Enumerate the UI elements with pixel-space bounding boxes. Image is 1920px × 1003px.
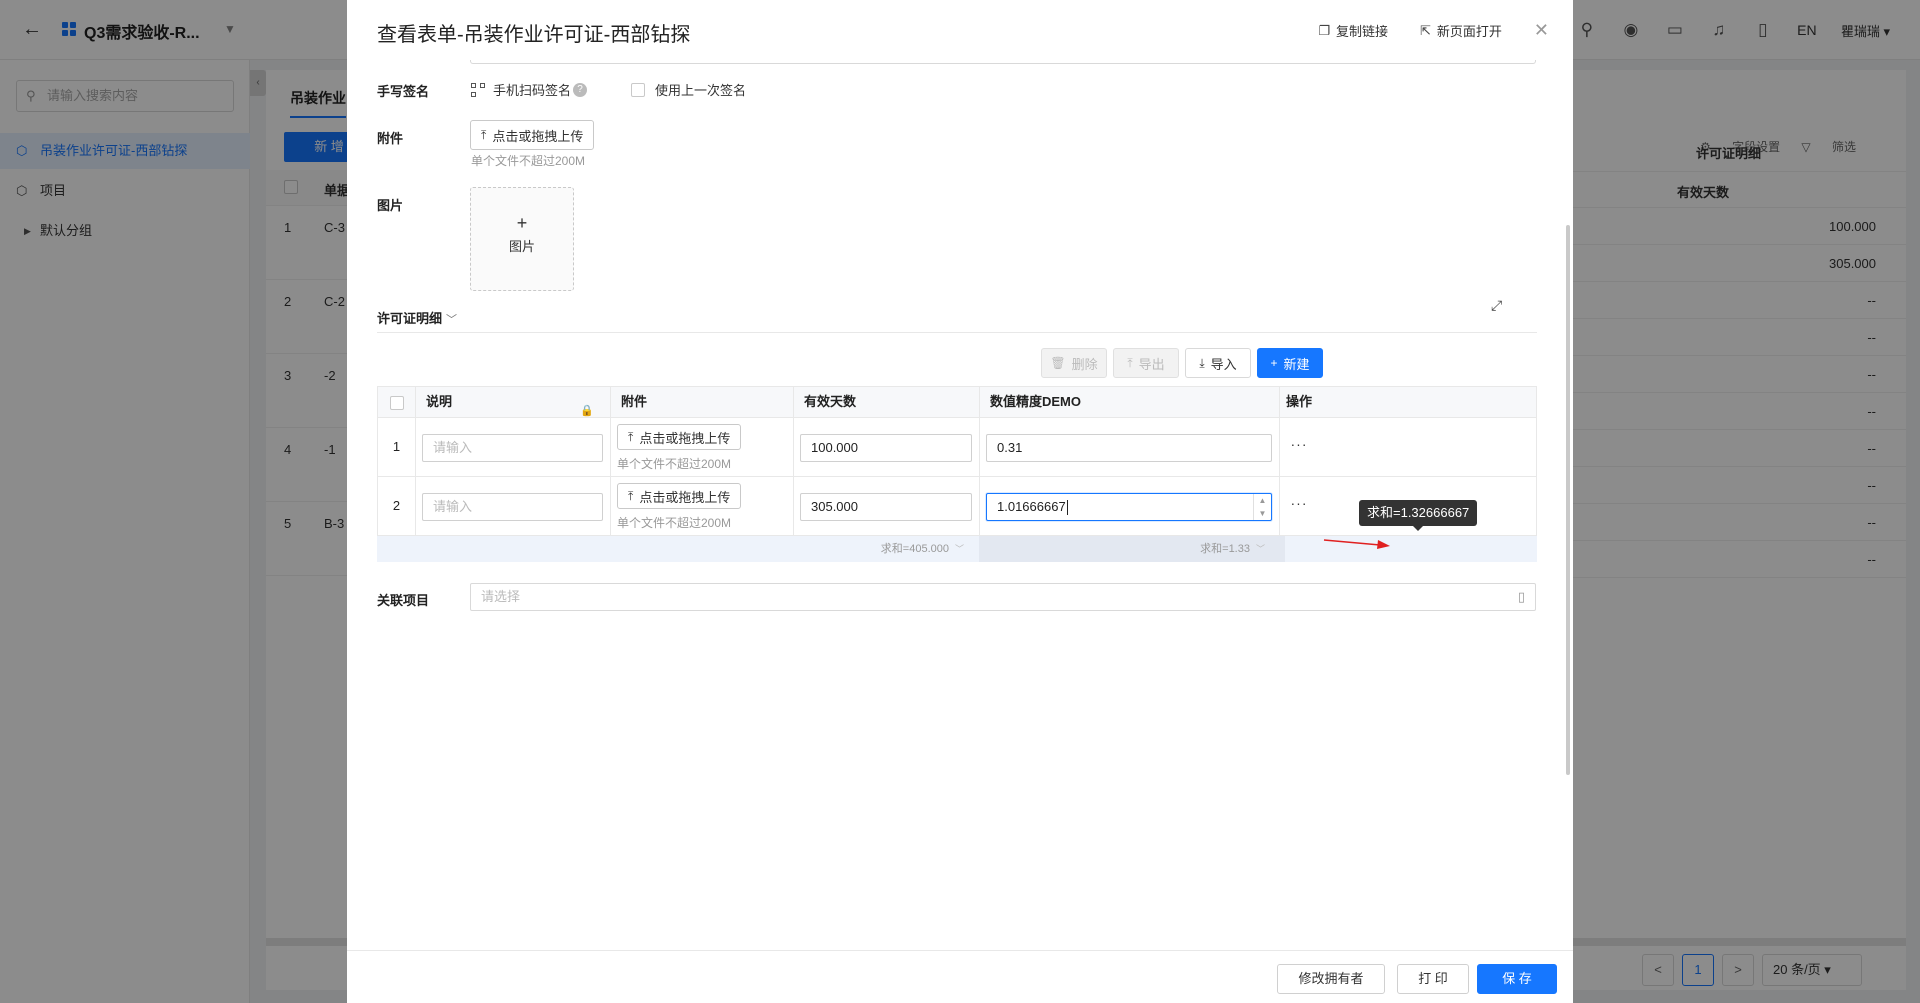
copy-icon: ❐ xyxy=(1318,22,1330,38)
modal-title: 查看表单-吊装作业许可证-西部钻探 xyxy=(377,24,691,46)
plus-icon: + xyxy=(516,213,528,233)
trash-icon: 🗑 xyxy=(1050,356,1066,370)
copy-link-button[interactable]: ❐ 复制链接 xyxy=(1318,21,1388,40)
import-icon: ⤓ xyxy=(1199,355,1205,370)
text-cursor xyxy=(1066,500,1068,516)
desc-input[interactable]: 请输入 xyxy=(422,434,603,462)
upload-hint: 单个文件不超过200M xyxy=(617,457,732,471)
table-header: 说明 🔒 附件 有效天数 数值精度DEMO 操作 xyxy=(377,386,1537,418)
sum-days[interactable]: 求和=405.000 ﹀ xyxy=(847,536,982,562)
column-header-actions: 操作 xyxy=(1286,394,1313,409)
number-stepper[interactable]: ▲ ▼ xyxy=(1253,494,1271,520)
help-icon[interactable]: ? xyxy=(573,82,588,97)
change-owner-button[interactable]: 修改拥有者 xyxy=(1277,964,1385,994)
precision-input-focused[interactable]: 1.01666667 ▲ ▼ xyxy=(986,493,1272,521)
upload-icon: ⤒ xyxy=(481,127,487,142)
chevron-down-icon: ﹀ xyxy=(446,314,458,326)
previous-field-edge xyxy=(470,60,1536,64)
chevron-down-icon: ﹀ xyxy=(954,544,964,554)
sum-tooltip: 求和=1.32666667 xyxy=(1359,500,1478,531)
row-index: 1 xyxy=(378,418,416,476)
table-row: 1 请输入 ⤒ 点击或拖拽上传 单个文件不超过200M 100.000 0.31 … xyxy=(377,418,1537,477)
upload-hint: 单个文件不超过200M xyxy=(617,516,732,530)
upload-icon: ⤒ xyxy=(628,488,634,503)
checkbox[interactable] xyxy=(631,82,645,97)
column-header-precision: 数值精度DEMO xyxy=(980,387,1280,417)
modal-footer: 修改拥有者 打 印 保 存 xyxy=(347,950,1573,1003)
plus-icon: + xyxy=(1270,356,1278,370)
modal-vertical-scrollbar[interactable] xyxy=(1566,225,1570,775)
save-button[interactable]: 保 存 xyxy=(1477,964,1557,994)
row-more-button[interactable]: ··· xyxy=(1280,436,1318,452)
external-link-icon: ⇱ xyxy=(1419,22,1431,38)
close-icon[interactable]: ✕ xyxy=(1534,20,1549,41)
scan-sign-button[interactable]: 手机扫码签名 ? xyxy=(471,80,588,99)
print-button[interactable]: 打 印 xyxy=(1397,964,1469,994)
attachment-upload-button[interactable]: ⤒ 点击或拖拽上传 xyxy=(470,120,595,150)
open-new-page-button[interactable]: ⇱ 新页面打开 xyxy=(1420,21,1502,40)
upload-hint: 单个文件不超过200M xyxy=(471,154,586,168)
row-upload-button[interactable]: ⤒ 点击或拖拽上传 xyxy=(617,483,742,509)
upload-icon: ⤒ xyxy=(628,429,634,444)
modal-header: 查看表单-吊装作业许可证-西部钻探 ❐ 复制链接 ⇱ 新页面打开 ✕ xyxy=(347,0,1573,60)
column-header-desc: 说明 🔒 xyxy=(416,387,611,417)
section-toggle-permit-detail[interactable]: 许可证明细 ﹀ xyxy=(377,308,457,327)
new-row-button[interactable]: + 新建 xyxy=(1257,348,1323,378)
days-input[interactable]: 100.000 xyxy=(800,434,972,462)
column-header-attachment: 附件 xyxy=(611,387,794,417)
row-more-button[interactable]: ··· xyxy=(1280,495,1318,511)
related-project-label: 关联项目 xyxy=(377,593,430,608)
related-project-select[interactable]: 请选择 ▯ xyxy=(470,583,1536,611)
import-button[interactable]: ⤓ 导入 xyxy=(1185,348,1251,378)
fullscreen-icon[interactable]: ⤢ xyxy=(1491,297,1502,314)
image-upload-box[interactable]: + 图片 xyxy=(470,187,574,291)
form-view-modal: 查看表单-吊装作业许可证-西部钻探 ❐ 复制链接 ⇱ 新页面打开 ✕ 手写签名 手机… xyxy=(347,0,1573,1003)
red-arrow-annotation xyxy=(1323,539,1390,549)
sum-precision[interactable]: 求和=1.33 ﹀ xyxy=(979,536,1279,562)
column-header-days: 有效天数 xyxy=(794,387,980,417)
delete-button[interactable]: 🗑 删除 xyxy=(1041,348,1107,378)
desc-input[interactable]: 请输入 xyxy=(422,493,603,521)
section-divider xyxy=(377,332,1537,333)
precision-input[interactable]: 0.31 xyxy=(986,434,1272,462)
row-upload-button[interactable]: ⤒ 点击或拖拽上传 xyxy=(617,424,742,450)
image-label: 图片 xyxy=(377,198,404,213)
attachment-label: 附件 xyxy=(377,131,404,146)
days-input[interactable]: 305.000 xyxy=(800,493,972,521)
export-icon: ⤒ xyxy=(1127,355,1133,370)
signature-label: 手写签名 xyxy=(377,84,430,99)
use-last-sign-checkbox[interactable]: 使用上一次签名 xyxy=(631,80,746,99)
chevron-down-icon: ﹀ xyxy=(1255,544,1265,554)
modal-header-actions: ❐ 复制链接 ⇱ 新页面打开 ✕ xyxy=(1286,20,1549,41)
qr-code-icon xyxy=(471,82,485,97)
document-icon: ▯ xyxy=(1517,589,1525,604)
export-button[interactable]: ⤒ 导出 xyxy=(1113,348,1179,378)
select-all-checkbox[interactable] xyxy=(378,387,416,417)
row-index: 2 xyxy=(378,477,416,535)
